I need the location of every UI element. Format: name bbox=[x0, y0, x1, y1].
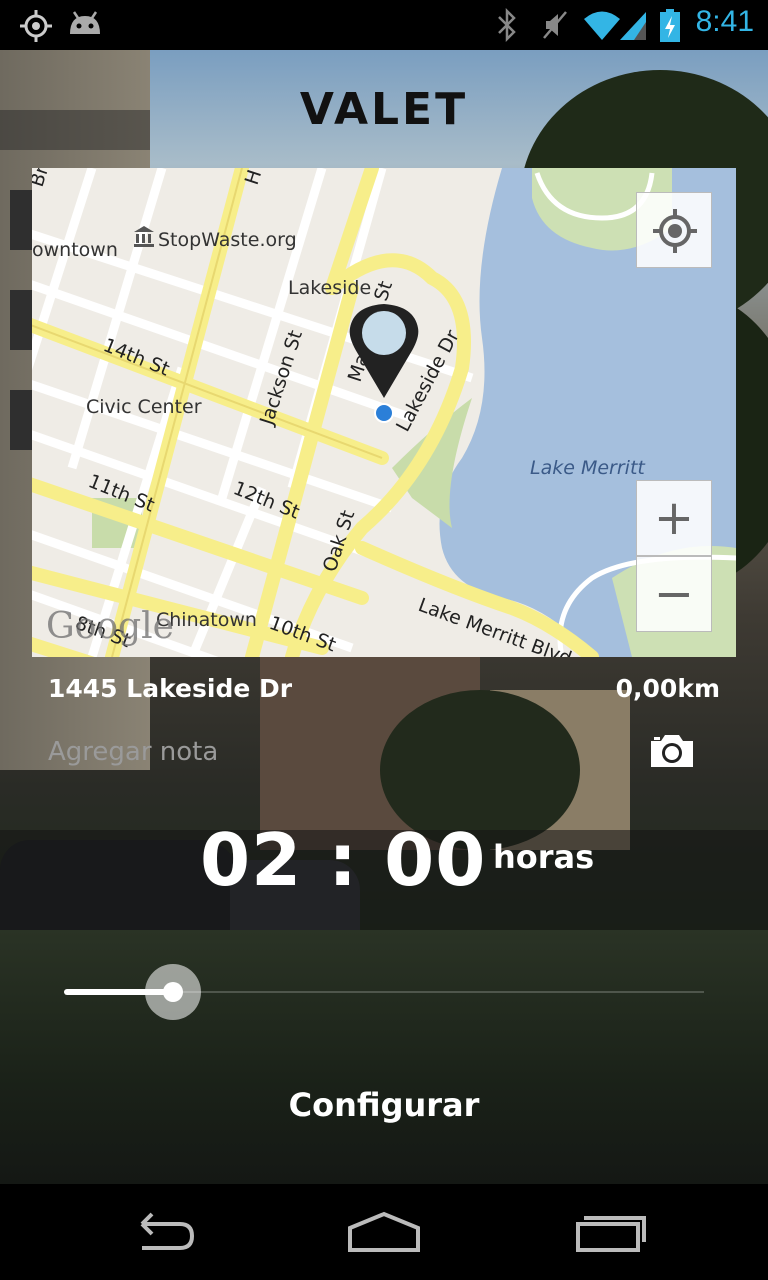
gps-icon bbox=[20, 10, 52, 42]
slider-thumb[interactable] bbox=[145, 964, 201, 1020]
map-label-br: Br bbox=[32, 168, 53, 190]
zoom-out-button[interactable]: − bbox=[636, 556, 712, 632]
recent-apps-icon[interactable] bbox=[570, 1202, 650, 1262]
zoom-controls: + − bbox=[636, 480, 712, 632]
battery-charging-icon bbox=[660, 9, 680, 42]
status-clock: 8:41 bbox=[695, 5, 754, 38]
minus-icon: − bbox=[653, 566, 695, 622]
vibrate-off-icon bbox=[543, 11, 567, 39]
wifi-icon bbox=[584, 11, 620, 40]
map-label-14th-st: 14th St bbox=[100, 334, 172, 380]
timer-unit: horas bbox=[493, 838, 595, 876]
map-label-stopwaste: StopWaste.org bbox=[158, 229, 297, 251]
map-label-civic-center: Civic Center bbox=[86, 396, 202, 418]
map-label-downtown: owntown bbox=[32, 239, 118, 261]
map-view[interactable]: 14th St 12th St 11th St 10th St 8th St J… bbox=[32, 168, 736, 657]
configure-button[interactable]: Configurar bbox=[0, 1086, 768, 1124]
duration-slider[interactable] bbox=[64, 962, 704, 1022]
status-bar: 8:41 bbox=[0, 0, 768, 50]
home-icon[interactable] bbox=[344, 1202, 424, 1262]
google-logo: Google bbox=[46, 606, 174, 647]
parking-address: 1445 Lakeside Dr bbox=[48, 674, 293, 703]
bluetooth-icon bbox=[498, 8, 516, 42]
camera-icon[interactable] bbox=[649, 733, 695, 769]
app-title: VALET bbox=[299, 84, 469, 135]
my-location-icon bbox=[653, 209, 697, 253]
android-debug-icon bbox=[70, 11, 100, 34]
parking-distance: 0,00km bbox=[615, 674, 720, 703]
my-location-button[interactable] bbox=[636, 192, 712, 268]
zoom-in-button[interactable]: + bbox=[636, 480, 712, 556]
back-icon[interactable] bbox=[122, 1202, 202, 1262]
timer-display: 02 : 00 bbox=[200, 818, 487, 902]
map-label-lake-merritt: Lake Merritt bbox=[530, 457, 646, 479]
navigation-bar bbox=[0, 1184, 768, 1280]
map-label-lakeside: Lakeside bbox=[288, 277, 371, 299]
add-note-field[interactable]: Agregar nota bbox=[48, 737, 218, 767]
slider-thumb-dot bbox=[163, 982, 183, 1002]
map-tiles[interactable]: 14th St 12th St 11th St 10th St 8th St J… bbox=[32, 168, 736, 657]
signal-icon bbox=[620, 12, 646, 40]
plus-icon: + bbox=[653, 490, 695, 546]
